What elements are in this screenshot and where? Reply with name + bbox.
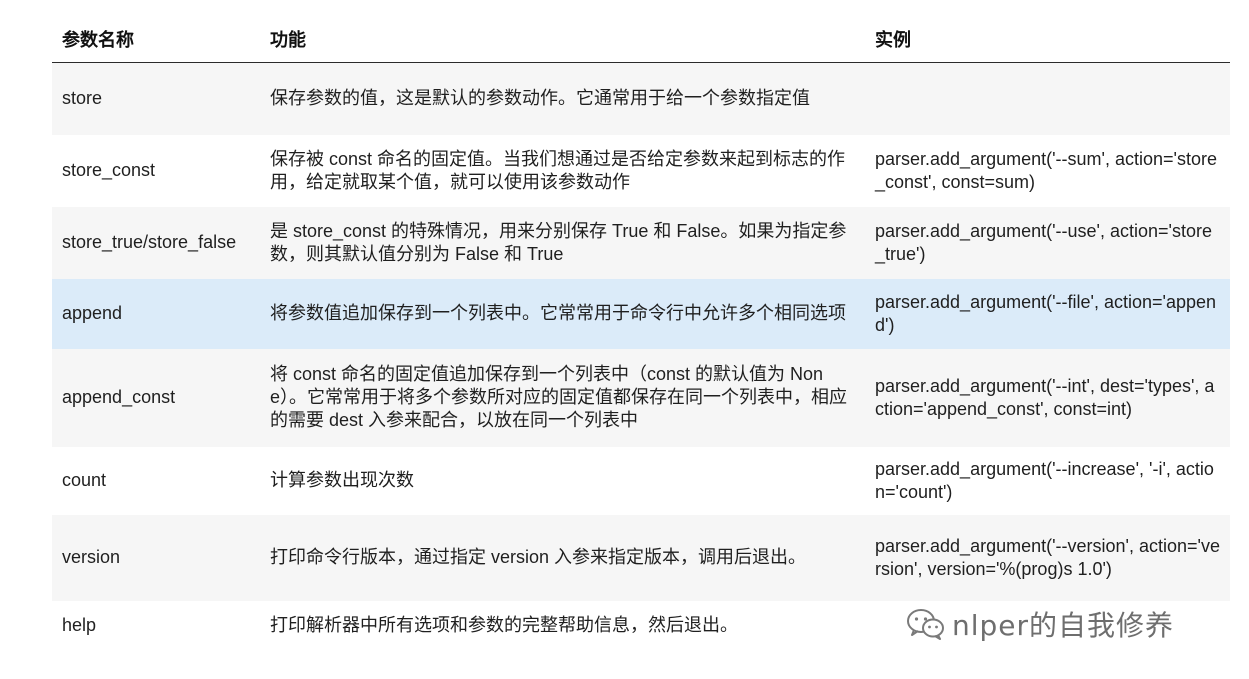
cell-example: parser.add_argument('--file', action='ap… <box>875 291 1217 335</box>
argparse-action-table: 参数名称 功能 实例 store 保存参数的值，这是默认的参数动作。它通常用于给… <box>52 18 1230 651</box>
cell-param-name: store <box>62 88 103 109</box>
table-row: store 保存参数的值，这是默认的参数动作。它通常用于给一个参数指定值 <box>52 62 1230 135</box>
table-row: append 将参数值追加保存到一个列表中。它常常用于命令行中允许多个相同选项 … <box>52 278 1230 349</box>
cell-param-name: store_const <box>62 160 156 180</box>
cell-function: 保存被 const 命名的固定值。当我们想通过是否给定参数来起到标志的作用，给定… <box>270 148 846 192</box>
cell-example: parser.add_argument('--increase', '-i', … <box>875 458 1214 502</box>
cell-example <box>865 63 1230 135</box>
cell-function: 保存参数的值，这是默认的参数动作。它通常用于给一个参数指定值 <box>270 88 810 109</box>
watermark-text: nlper的自我修养 <box>952 609 1175 642</box>
header-example: 实例 <box>865 18 1230 63</box>
cell-function: 打印解析器中所有选项和参数的完整帮助信息，然后退出。 <box>270 615 738 635</box>
table-body: store 保存参数的值，这是默认的参数动作。它通常用于给一个参数指定值 sto… <box>52 62 1230 651</box>
cell-function: 将 const 命名的固定值追加保存到一个列表中（const 的默认值为 Non… <box>270 364 848 430</box>
cell-example: parser.add_argument('--use', action='sto… <box>875 220 1212 264</box>
header-row: 参数名称 功能 实例 <box>52 18 1230 63</box>
header-param-name: 参数名称 <box>52 18 260 63</box>
table-row: store_true/store_false 是 store_const 的特殊… <box>52 206 1230 279</box>
cell-example: parser.add_argument('--version', action=… <box>875 535 1220 579</box>
table-row: version 打印命令行版本，通过指定 version 入参来指定版本，调用后… <box>52 514 1230 601</box>
cell-param-name: store_true/store_false <box>62 232 237 252</box>
cell-param-name: help <box>62 615 97 635</box>
header-function: 功能 <box>260 18 865 63</box>
cell-function: 计算参数出现次数 <box>270 470 414 490</box>
cell-param-name: append <box>62 303 123 323</box>
action-table: 参数名称 功能 实例 store 保存参数的值，这是默认的参数动作。它通常用于给… <box>52 18 1230 651</box>
table-row: append_const 将 const 命名的固定值追加保存到一个列表中（co… <box>52 348 1230 447</box>
cell-param-name: version <box>62 547 121 567</box>
cell-example: parser.add_argument('--sum', action='sto… <box>875 148 1217 192</box>
watermark: nlper的自我修养 <box>906 604 1174 644</box>
cell-param-name: append_const <box>62 387 176 407</box>
cell-function: 将参数值追加保存到一个列表中。它常常用于命令行中允许多个相同选项 <box>270 303 846 323</box>
table-header: 参数名称 功能 实例 <box>52 18 1230 63</box>
cell-function: 是 store_const 的特殊情况，用来分别保存 True 和 False。… <box>270 220 847 264</box>
cell-example: parser.add_argument('--int', dest='types… <box>875 375 1215 419</box>
table-row: count 计算参数出现次数 parser.add_argument('--in… <box>52 446 1230 515</box>
wechat-icon <box>906 607 946 641</box>
table-row: store_const 保存被 const 命名的固定值。当我们想通过是否给定参… <box>52 134 1230 207</box>
cell-function: 打印命令行版本，通过指定 version 入参来指定版本，调用后退出。 <box>270 547 807 567</box>
cell-param-name: count <box>62 470 107 490</box>
